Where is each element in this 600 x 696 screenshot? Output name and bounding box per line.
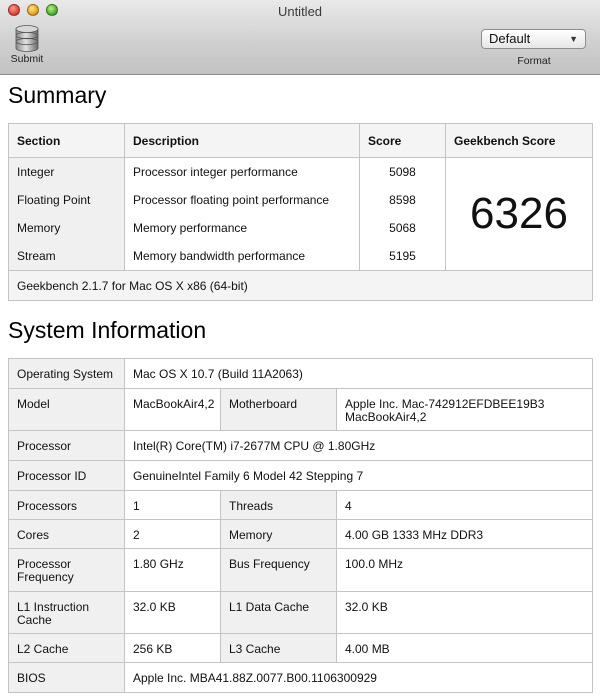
table-row: L2 Cache 256 KB L3 Cache 4.00 MB: [8, 633, 594, 663]
system-info-heading: System Information: [8, 317, 207, 343]
bus-frequency-label: Bus Frequency: [220, 548, 337, 592]
column-header-score: Score: [359, 123, 446, 158]
table-row: Integer Processor integer performance 50…: [8, 157, 593, 271]
submit-button[interactable]: Submit: [8, 24, 46, 65]
summary-heading: Summary: [8, 82, 107, 108]
model-value: MacBookAir4,2: [124, 388, 221, 431]
l3-cache-value: 4.00 MB: [335, 633, 594, 663]
column-header-section: Section: [8, 123, 125, 158]
processor-frequency-value: 1.80 GHz: [124, 548, 221, 592]
threads-value: 4: [335, 490, 594, 520]
geekbench-version: Geekbench 2.1.7 for Mac OS X x86 (64-bit…: [8, 270, 593, 301]
motherboard-label: Motherboard: [220, 388, 337, 431]
title-bar: Untitled Submit Default ▼ Format: [0, 0, 600, 75]
memory-label: Memory: [220, 519, 337, 549]
format-dropdown[interactable]: Default ▼: [481, 29, 586, 49]
bios-value: Apple Inc. MBA41.88Z.0077.B00.1106300929: [123, 662, 594, 693]
geekbench-score-value: 6326: [445, 157, 593, 271]
row-score: 5098: [359, 157, 446, 186]
format-selected-value: Default: [489, 31, 531, 46]
table-row: Processors 1 Threads 4: [8, 490, 594, 520]
l2-cache-value: 256 KB: [124, 633, 221, 663]
table-row: Processor Frequency 1.80 GHz Bus Frequen…: [8, 548, 594, 592]
database-icon: [15, 25, 39, 52]
table-row: Cores 2 Memory 4.00 GB 1333 MHz DDR3: [8, 519, 594, 549]
row-description: Processor floating point performance: [124, 186, 360, 214]
table-row: Processor ID GenuineIntel Family 6 Model…: [8, 460, 594, 491]
row-description: Processor integer performance: [124, 157, 360, 186]
app-window: Untitled Submit Default ▼ Format Summary…: [0, 0, 600, 696]
chevron-down-icon: ▼: [569, 34, 578, 44]
memory-value: 4.00 GB 1333 MHz DDR3: [335, 519, 594, 549]
l1-instruction-cache-value: 32.0 KB: [124, 591, 221, 634]
summary-header-row: Section Description Score Geekbench Scor…: [8, 123, 593, 158]
l2-cache-label: L2 Cache: [8, 633, 125, 663]
cores-value: 2: [124, 519, 221, 549]
row-description: Memory bandwidth performance: [124, 242, 360, 271]
format-label: Format: [517, 55, 551, 67]
summary-table: Section Description Score Geekbench Scor…: [8, 123, 593, 301]
l3-cache-label: L3 Cache: [220, 633, 337, 663]
motherboard-value: Apple Inc. Mac-742912EFDBEE19B3 MacBookA…: [335, 388, 594, 431]
os-value: Mac OS X 10.7 (Build 11A2063): [123, 358, 594, 389]
table-row: Model MacBookAir4,2 Motherboard Apple In…: [8, 388, 594, 431]
row-score: 5195: [359, 242, 446, 271]
processors-label: Processors: [8, 490, 125, 520]
bus-frequency-value: 100.0 MHz: [335, 548, 594, 592]
column-header-description: Description: [124, 123, 360, 158]
system-info-table: Operating System Mac OS X 10.7 (Build 11…: [8, 358, 594, 693]
table-row: BIOS Apple Inc. MBA41.88Z.0077.B00.11063…: [8, 662, 594, 693]
l1-instruction-cache-label: L1 Instruction Cache: [8, 591, 125, 634]
l1-data-cache-label: L1 Data Cache: [220, 591, 337, 634]
row-description: Memory performance: [124, 214, 360, 242]
table-row: Operating System Mac OS X 10.7 (Build 11…: [8, 358, 594, 389]
column-header-geekbench-score: Geekbench Score: [445, 123, 593, 158]
table-row: L1 Instruction Cache 32.0 KB L1 Data Cac…: [8, 591, 594, 634]
processor-id-value: GenuineIntel Family 6 Model 42 Stepping …: [123, 460, 594, 491]
summary-footer-row: Geekbench 2.1.7 for Mac OS X x86 (64-bit…: [8, 270, 593, 301]
row-score: 5068: [359, 214, 446, 242]
row-section: Floating Point: [8, 186, 125, 214]
model-label: Model: [8, 388, 125, 431]
submit-label: Submit: [10, 53, 44, 65]
processors-value: 1: [124, 490, 221, 520]
row-section: Stream: [8, 242, 125, 271]
row-section: Integer: [8, 157, 125, 186]
bios-label: BIOS: [8, 662, 125, 693]
cores-label: Cores: [8, 519, 125, 549]
threads-label: Threads: [220, 490, 337, 520]
row-section: Memory: [8, 214, 125, 242]
table-row: Processor Intel(R) Core(TM) i7-2677M CPU…: [8, 430, 594, 461]
processor-id-label: Processor ID: [8, 460, 125, 491]
processor-value: Intel(R) Core(TM) i7-2677M CPU @ 1.80GHz: [123, 430, 594, 461]
row-score: 8598: [359, 186, 446, 214]
processor-label: Processor: [8, 430, 125, 461]
l1-data-cache-value: 32.0 KB: [335, 591, 594, 634]
window-title: Untitled: [277, 4, 323, 19]
os-label: Operating System: [8, 358, 125, 389]
processor-frequency-label: Processor Frequency: [8, 548, 125, 592]
